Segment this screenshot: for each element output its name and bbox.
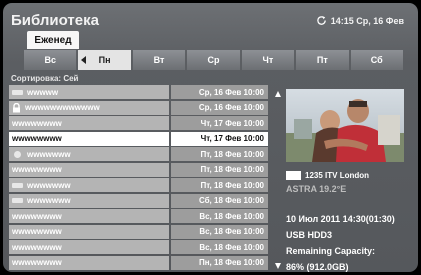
day-tab[interactable]: Пт — [296, 50, 349, 70]
recording-name: wwwwwwww — [12, 258, 62, 267]
dot-icon — [14, 150, 21, 158]
day-tab-label: Вт — [153, 55, 165, 65]
recording-date: Пт, 18 Фев 10:00 — [171, 178, 268, 192]
recording-name-cell: wwwwwww — [9, 193, 169, 208]
scroll-down-arrow-icon[interactable] — [275, 263, 281, 269]
page-title: Библиотека — [11, 12, 99, 29]
day-tab[interactable]: Пн — [78, 50, 131, 70]
recording-name: wwwwwwww — [12, 134, 62, 143]
clock: 14:15 Ср, 16 Фев — [316, 15, 404, 26]
arrow-left-icon — [81, 56, 87, 64]
recording-date: Пт, 18 Фев 10:00 — [171, 162, 268, 177]
recording-name-cell: wwwwwwww — [9, 240, 169, 254]
day-tab[interactable]: Ср — [187, 50, 240, 70]
recording-name: wwwww — [27, 87, 59, 97]
recording-name: wwwwwwww — [12, 118, 62, 128]
recording-datetime: 10 Июл 2011 14:30(01:30) — [286, 214, 395, 224]
recording-row[interactable]: wwwwwww Пт, 18 Фев 10:00 — [9, 147, 268, 161]
library-window: Библиотека 14:15 Ср, 16 Фев Еженед Вс Пн В… — [3, 3, 418, 272]
recording-date: Пт, 18 Фев 10:00 — [171, 147, 268, 161]
recording-date: Вс, 18 Фев 10:00 — [171, 209, 268, 223]
record-icon — [12, 198, 23, 203]
recording-name-cell: wwwwwwww — [9, 131, 169, 146]
clock-text: 14:15 Ср, 16 Фев — [330, 15, 404, 26]
channel-info: 1235 ITV London — [286, 171, 369, 180]
day-tabs: Вс Пн Вт Ср Чт Пт Сб — [24, 50, 403, 70]
day-tab-label: Пн — [98, 55, 111, 65]
tv-icon — [286, 171, 301, 180]
recording-name-cell: wwwww — [9, 85, 169, 99]
day-tab-label: Вс — [44, 55, 56, 65]
day-tab[interactable]: Сб — [350, 50, 403, 70]
recording-name: wwwwwwwwwwww — [25, 103, 100, 112]
recording-row[interactable]: wwwwwwww Чт, 17 Фев 10:00 — [9, 131, 268, 146]
recording-name: wwwwwwww — [12, 242, 62, 252]
recording-date: Пн, 18 Фев 10:00 — [171, 255, 268, 270]
day-tab-label: Сб — [370, 55, 383, 65]
day-tab[interactable]: Чт — [241, 50, 295, 70]
recording-date: Ср, 16 Фев 10:00 — [171, 85, 268, 99]
storage-device: USB HDD3 — [286, 230, 333, 240]
scroll-up-arrow-icon[interactable] — [275, 91, 281, 97]
recording-date: Вс, 18 Фев 10:00 — [171, 240, 268, 254]
recording-row[interactable]: wwwww Ср, 16 Фев 10:00 — [9, 85, 268, 99]
recording-name: wwwwwwww — [12, 227, 62, 236]
channel-name: 1235 ITV London — [305, 171, 370, 180]
capacity-label: Remaining Capacity: — [286, 246, 376, 256]
recording-date: Сб, 18 Фев 10:00 — [171, 193, 268, 208]
recording-name-cell: wwwwwwwwwwww — [9, 100, 169, 115]
recording-name: wwwwwwww — [12, 211, 62, 221]
record-icon — [12, 89, 23, 95]
recordings-list: wwwww Ср, 16 Фев 10:00 wwwwwwwwwwww Ср, 16 … — [9, 85, 268, 271]
recording-date: Ср, 16 Фев 10:00 — [171, 100, 268, 115]
satellite-name: ASTRA 19.2°E — [286, 184, 347, 194]
recording-name: wwwwwwww — [12, 165, 62, 174]
recording-row[interactable]: wwwwwwww Чт, 17 Фев 10:00 — [9, 116, 268, 130]
recording-name-cell: wwwwwww — [9, 147, 169, 161]
recording-date: Чт, 17 Фев 10:00 — [171, 131, 268, 146]
day-tab-label: Пт — [316, 55, 328, 65]
recording-row[interactable]: wwwwwww Пт, 18 Фев 10:00 — [9, 178, 268, 192]
day-tab-label: Ср — [207, 55, 220, 65]
recording-row[interactable]: wwwwwwww Пт, 18 Фев 10:00 — [9, 162, 268, 177]
recording-name: wwwwwww — [27, 196, 71, 205]
day-tab[interactable]: Вс — [24, 50, 77, 70]
recording-name: wwwwwww — [27, 149, 71, 159]
recording-date: Чт, 17 Фев 10:00 — [171, 116, 268, 130]
recording-row[interactable]: wwwwwwww Вс, 18 Фев 10:00 — [9, 209, 268, 223]
capacity-value: 86% (912.0GB) — [286, 262, 349, 272]
record-icon — [12, 182, 23, 188]
recording-name-cell: wwwwwwww — [9, 209, 169, 223]
recording-row[interactable]: wwwwwwww Вс, 18 Фев 10:00 — [9, 224, 268, 239]
recording-row[interactable]: wwwwwwww Вс, 18 Фев 10:00 — [9, 240, 268, 254]
video-preview — [286, 89, 404, 162]
recording-date: Вс, 18 Фев 10:00 — [171, 224, 268, 239]
recording-name-cell: wwwwwwww — [9, 255, 169, 270]
recording-row[interactable]: wwwwwwww Пн, 18 Фев 10:00 — [9, 255, 268, 270]
day-tab-label: Чт — [262, 55, 274, 65]
recording-name-cell: wwwwwwww — [9, 162, 169, 177]
recording-name-cell: wwwwwwww — [9, 116, 169, 130]
lock-icon — [12, 102, 21, 113]
preview-image — [286, 89, 404, 162]
tab-weekly[interactable]: Еженед — [27, 31, 79, 49]
recording-row[interactable]: wwwwwwwwwwww Ср, 16 Фев 10:00 — [9, 100, 268, 115]
recording-name-cell: wwwwwww — [9, 178, 169, 192]
recording-name: wwwwwww — [27, 180, 71, 190]
recording-row[interactable]: wwwwwww Сб, 18 Фев 10:00 — [9, 193, 268, 208]
recording-name-cell: wwwwwwww — [9, 224, 169, 239]
refresh-icon — [316, 15, 327, 26]
sort-label[interactable]: Сортировка: Сей — [11, 74, 78, 83]
day-tab[interactable]: Вт — [132, 50, 186, 70]
